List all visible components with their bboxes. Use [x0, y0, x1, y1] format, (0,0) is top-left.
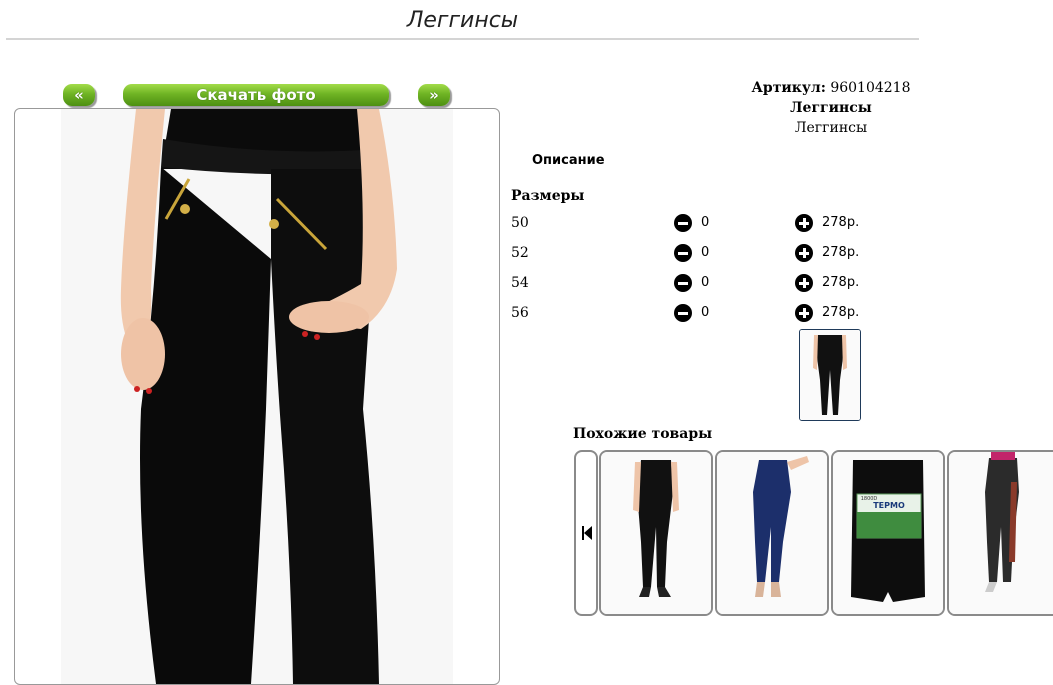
- increase-qty-icon[interactable]: [795, 244, 813, 262]
- size-row-50: 50 0 278р.: [511, 214, 871, 235]
- article-value: 960104218: [830, 80, 911, 96]
- decrease-qty-icon[interactable]: [674, 274, 692, 292]
- prev-photo-button[interactable]: «: [63, 84, 95, 106]
- package-den-text: 1800D: [861, 496, 878, 502]
- thermo-tights-package-photo: ТЕРМО 1800D: [833, 452, 943, 614]
- size-row-52: 52 0 278р.: [511, 244, 871, 265]
- description-tab[interactable]: Описание: [532, 153, 605, 168]
- photo-thumbnail[interactable]: [799, 329, 861, 421]
- carousel-first-button[interactable]: [574, 450, 598, 616]
- product-category: Леггинсы: [794, 120, 868, 136]
- price-value: 278р.: [822, 245, 860, 260]
- blue-jeggings-photo: [717, 452, 827, 614]
- main-product-photo: [61, 109, 453, 684]
- similar-products-title: Похожие товары: [573, 426, 713, 442]
- increase-qty-icon[interactable]: [795, 274, 813, 292]
- quantity-value: 0: [701, 275, 710, 290]
- quantity-value: 0: [701, 305, 710, 320]
- price-value: 278р.: [822, 215, 860, 230]
- package-brand-text: ТЕРМО: [873, 501, 905, 510]
- similar-item-2[interactable]: [715, 450, 829, 616]
- decrease-qty-icon[interactable]: [674, 304, 692, 322]
- main-photo-frame: [14, 108, 500, 685]
- download-photo-button[interactable]: Скачать фото: [123, 84, 389, 106]
- increase-qty-icon[interactable]: [795, 304, 813, 322]
- quantity-value: 0: [701, 215, 710, 230]
- similar-item-4[interactable]: [947, 450, 1053, 616]
- quantity-value: 0: [701, 245, 710, 260]
- size-value: 50: [511, 215, 529, 231]
- article-label: Артикул:: [751, 80, 826, 96]
- increase-qty-icon[interactable]: [795, 214, 813, 232]
- decrease-qty-icon[interactable]: [674, 214, 692, 232]
- size-row-54: 54 0 278р.: [511, 274, 871, 295]
- sizes-label: Размеры: [511, 188, 585, 204]
- size-row-56: 56 0 278р.: [511, 304, 871, 325]
- page-title: Леггинсы: [406, 8, 519, 33]
- size-value: 52: [511, 245, 529, 261]
- black-leggings-photo: [601, 452, 711, 614]
- similar-item-3[interactable]: ТЕРМО 1800D: [831, 450, 945, 616]
- article-line: Артикул: 960104218: [700, 80, 962, 96]
- next-photo-button[interactable]: »: [418, 84, 450, 106]
- size-value: 56: [511, 305, 529, 321]
- size-value: 54: [511, 275, 529, 291]
- skip-back-icon: [582, 526, 592, 540]
- title-divider: [6, 38, 919, 40]
- price-value: 278р.: [822, 275, 860, 290]
- product-name: Леггинсы: [790, 100, 872, 116]
- leather-leggings-photo: [949, 452, 1053, 614]
- similar-item-1[interactable]: [599, 450, 713, 616]
- decrease-qty-icon[interactable]: [674, 244, 692, 262]
- price-value: 278р.: [822, 305, 860, 320]
